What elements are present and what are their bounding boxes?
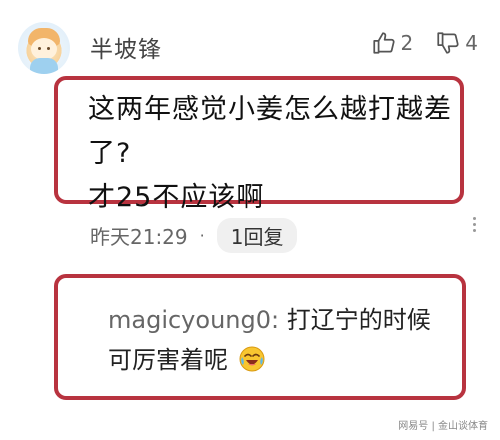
more-dot xyxy=(472,229,476,232)
reply-count-button[interactable]: 1回复 xyxy=(216,218,298,253)
avatar-eye xyxy=(47,47,50,50)
reply-preview[interactable]: magicyoung0: 打辽宁的时候可厉害着呢 xyxy=(108,300,448,380)
more-dot xyxy=(472,223,476,226)
dislike-button[interactable]: 4 xyxy=(435,30,478,56)
comment-meta: 昨天21:29 · 1回复 xyxy=(90,218,298,253)
avatar-eye xyxy=(38,47,41,50)
comment-actions: 2 4 xyxy=(349,30,478,56)
avatar[interactable] xyxy=(18,22,70,74)
meta-separator: · xyxy=(199,226,205,245)
replier-name[interactable]: magicyoung0: xyxy=(108,306,279,334)
crying-laughing-face-icon xyxy=(239,346,265,372)
watermark: 网易号 | 金山谈体育 xyxy=(398,421,488,432)
timestamp: 昨天21:29 xyxy=(90,225,188,249)
more-vertical-icon[interactable] xyxy=(470,214,478,242)
comment-text-line: 才25不应该啊 xyxy=(88,182,265,213)
thumbs-down-icon xyxy=(437,32,459,54)
avatar-face xyxy=(31,38,57,60)
comment-text-line: 这两年感觉小姜怎么越打越差了? xyxy=(88,94,452,169)
dislike-count: 4 xyxy=(465,31,478,55)
like-count: 2 xyxy=(400,31,414,55)
avatar-body xyxy=(30,58,58,74)
username[interactable]: 半坡锋 xyxy=(90,30,162,64)
thumbs-up-icon xyxy=(372,32,395,54)
comment-item: 半坡锋 2 4 这两年感觉小姜怎么越打越差了? 才25不应该啊 昨天21:29 … xyxy=(0,0,500,440)
more-dot xyxy=(472,217,476,220)
comment-text: 这两年感觉小姜怎么越打越差了? 才25不应该啊 xyxy=(88,88,458,220)
like-button[interactable]: 2 xyxy=(371,30,414,56)
